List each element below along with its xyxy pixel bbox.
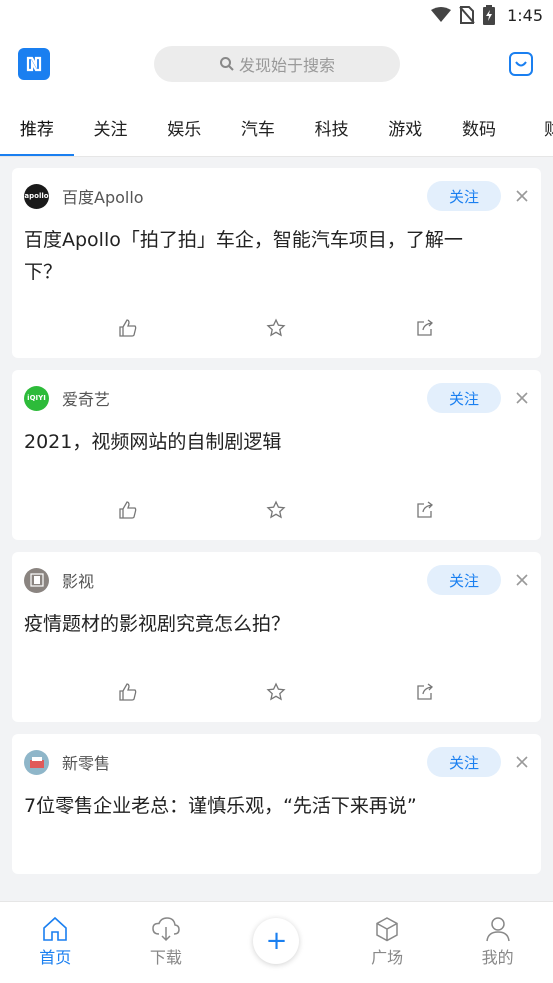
nav-square[interactable]: 广场 [347, 916, 427, 968]
share-icon[interactable] [413, 680, 437, 704]
follow-button[interactable]: 关注 [427, 747, 501, 777]
app-header: 发现始于搜索 [0, 30, 553, 98]
tab-follow[interactable]: 关注 [74, 115, 148, 140]
star-icon[interactable] [264, 680, 288, 704]
follow-button[interactable]: 关注 [427, 565, 501, 595]
search-box[interactable]: 发现始于搜索 [154, 46, 400, 82]
source-avatar [24, 749, 49, 775]
active-tab-indicator [0, 154, 74, 156]
search-placeholder: 发现始于搜索 [238, 56, 335, 75]
nav-publish[interactable]: + [236, 916, 316, 964]
nav-download-label: 下载 [149, 948, 182, 967]
source-name[interactable]: 百度Apollo [62, 184, 144, 208]
close-icon[interactable] [511, 387, 533, 409]
tab-games[interactable]: 游戏 [368, 115, 442, 140]
article-title[interactable]: 7位零售企业老总：谨慎乐观，“先活下来再说” [24, 790, 529, 822]
nav-home-label: 首页 [39, 948, 72, 967]
tab-recommend[interactable]: 推荐 [0, 115, 74, 140]
home-icon [43, 916, 68, 941]
feed-card[interactable]: iQIYI 爱奇艺 关注 2021，视频网站的自制剧逻辑 [12, 370, 541, 540]
wifi-icon [431, 7, 452, 22]
card-actions [24, 480, 529, 540]
search-icon [219, 57, 234, 71]
thumbs-up-icon[interactable] [116, 680, 140, 704]
star-icon[interactable] [264, 316, 288, 340]
article-title[interactable]: 百度Apollo「拍了拍」车企，智能汽车项目，了解一下？ [24, 224, 529, 288]
share-icon[interactable] [413, 498, 437, 522]
tab-finance[interactable]: 财 [516, 115, 553, 140]
card-actions [24, 298, 529, 358]
feed-card[interactable]: 影视 关注 疫情题材的影视剧究竟怎么拍？ [12, 552, 541, 722]
feed-card[interactable]: apollo 百度Apollo 关注 百度Apollo「拍了拍」车企，智能汽车项… [12, 168, 541, 358]
battery-icon [483, 5, 496, 25]
category-tabs: 推荐 关注 娱乐 汽车 科技 游戏 数码 财 [0, 98, 553, 157]
clock: 1:45 [507, 5, 543, 25]
nav-square-label: 广场 [371, 948, 404, 967]
source-name[interactable]: 新零售 [62, 750, 110, 774]
nav-mine-label: 我的 [481, 948, 514, 967]
tab-auto[interactable]: 汽车 [221, 115, 295, 140]
source-avatar: apollo [24, 183, 49, 209]
cube-icon [376, 917, 398, 942]
source-name[interactable]: 影视 [62, 568, 94, 592]
thumbs-up-icon[interactable] [116, 498, 140, 522]
article-title[interactable]: 疫情题材的影视剧究竟怎么拍？ [24, 608, 529, 640]
source-name[interactable]: 爱奇艺 [62, 386, 110, 410]
close-icon[interactable] [511, 751, 533, 773]
avatar-text: iQIYI [27, 394, 46, 402]
article-title[interactable]: 2021，视频网站的自制剧逻辑 [24, 426, 529, 458]
plus-icon[interactable]: + [253, 918, 300, 964]
user-icon [485, 917, 510, 942]
app-logo[interactable] [18, 48, 50, 80]
nav-download[interactable]: 下载 [126, 916, 206, 968]
card-actions [24, 662, 529, 722]
bottom-navigation: 首页 下载 + 广场 我的 [0, 901, 553, 983]
avatar-text: apollo [24, 192, 49, 200]
shopping-bag-icon[interactable] [507, 50, 535, 78]
follow-button[interactable]: 关注 [427, 181, 501, 211]
thumbs-up-icon[interactable] [116, 316, 140, 340]
tab-digital[interactable]: 数码 [442, 115, 516, 140]
close-icon[interactable] [511, 185, 533, 207]
source-avatar: iQIYI [24, 385, 49, 411]
tab-entertainment[interactable]: 娱乐 [147, 115, 221, 140]
no-sim-icon [459, 6, 475, 24]
share-icon[interactable] [413, 316, 437, 340]
tab-tech[interactable]: 科技 [295, 115, 369, 140]
nav-mine[interactable]: 我的 [458, 916, 538, 968]
source-avatar [24, 567, 49, 593]
feed-list: apollo 百度Apollo 关注 百度Apollo「拍了拍」车企，智能汽车项… [0, 157, 553, 874]
close-icon[interactable] [511, 569, 533, 591]
status-bar: 1:45 [0, 0, 553, 30]
star-icon[interactable] [264, 498, 288, 522]
follow-button[interactable]: 关注 [427, 383, 501, 413]
cloud-download-icon [152, 917, 180, 942]
feed-card[interactable]: 新零售 关注 7位零售企业老总：谨慎乐观，“先活下来再说” [12, 734, 541, 874]
nav-home[interactable]: 首页 [15, 916, 95, 968]
